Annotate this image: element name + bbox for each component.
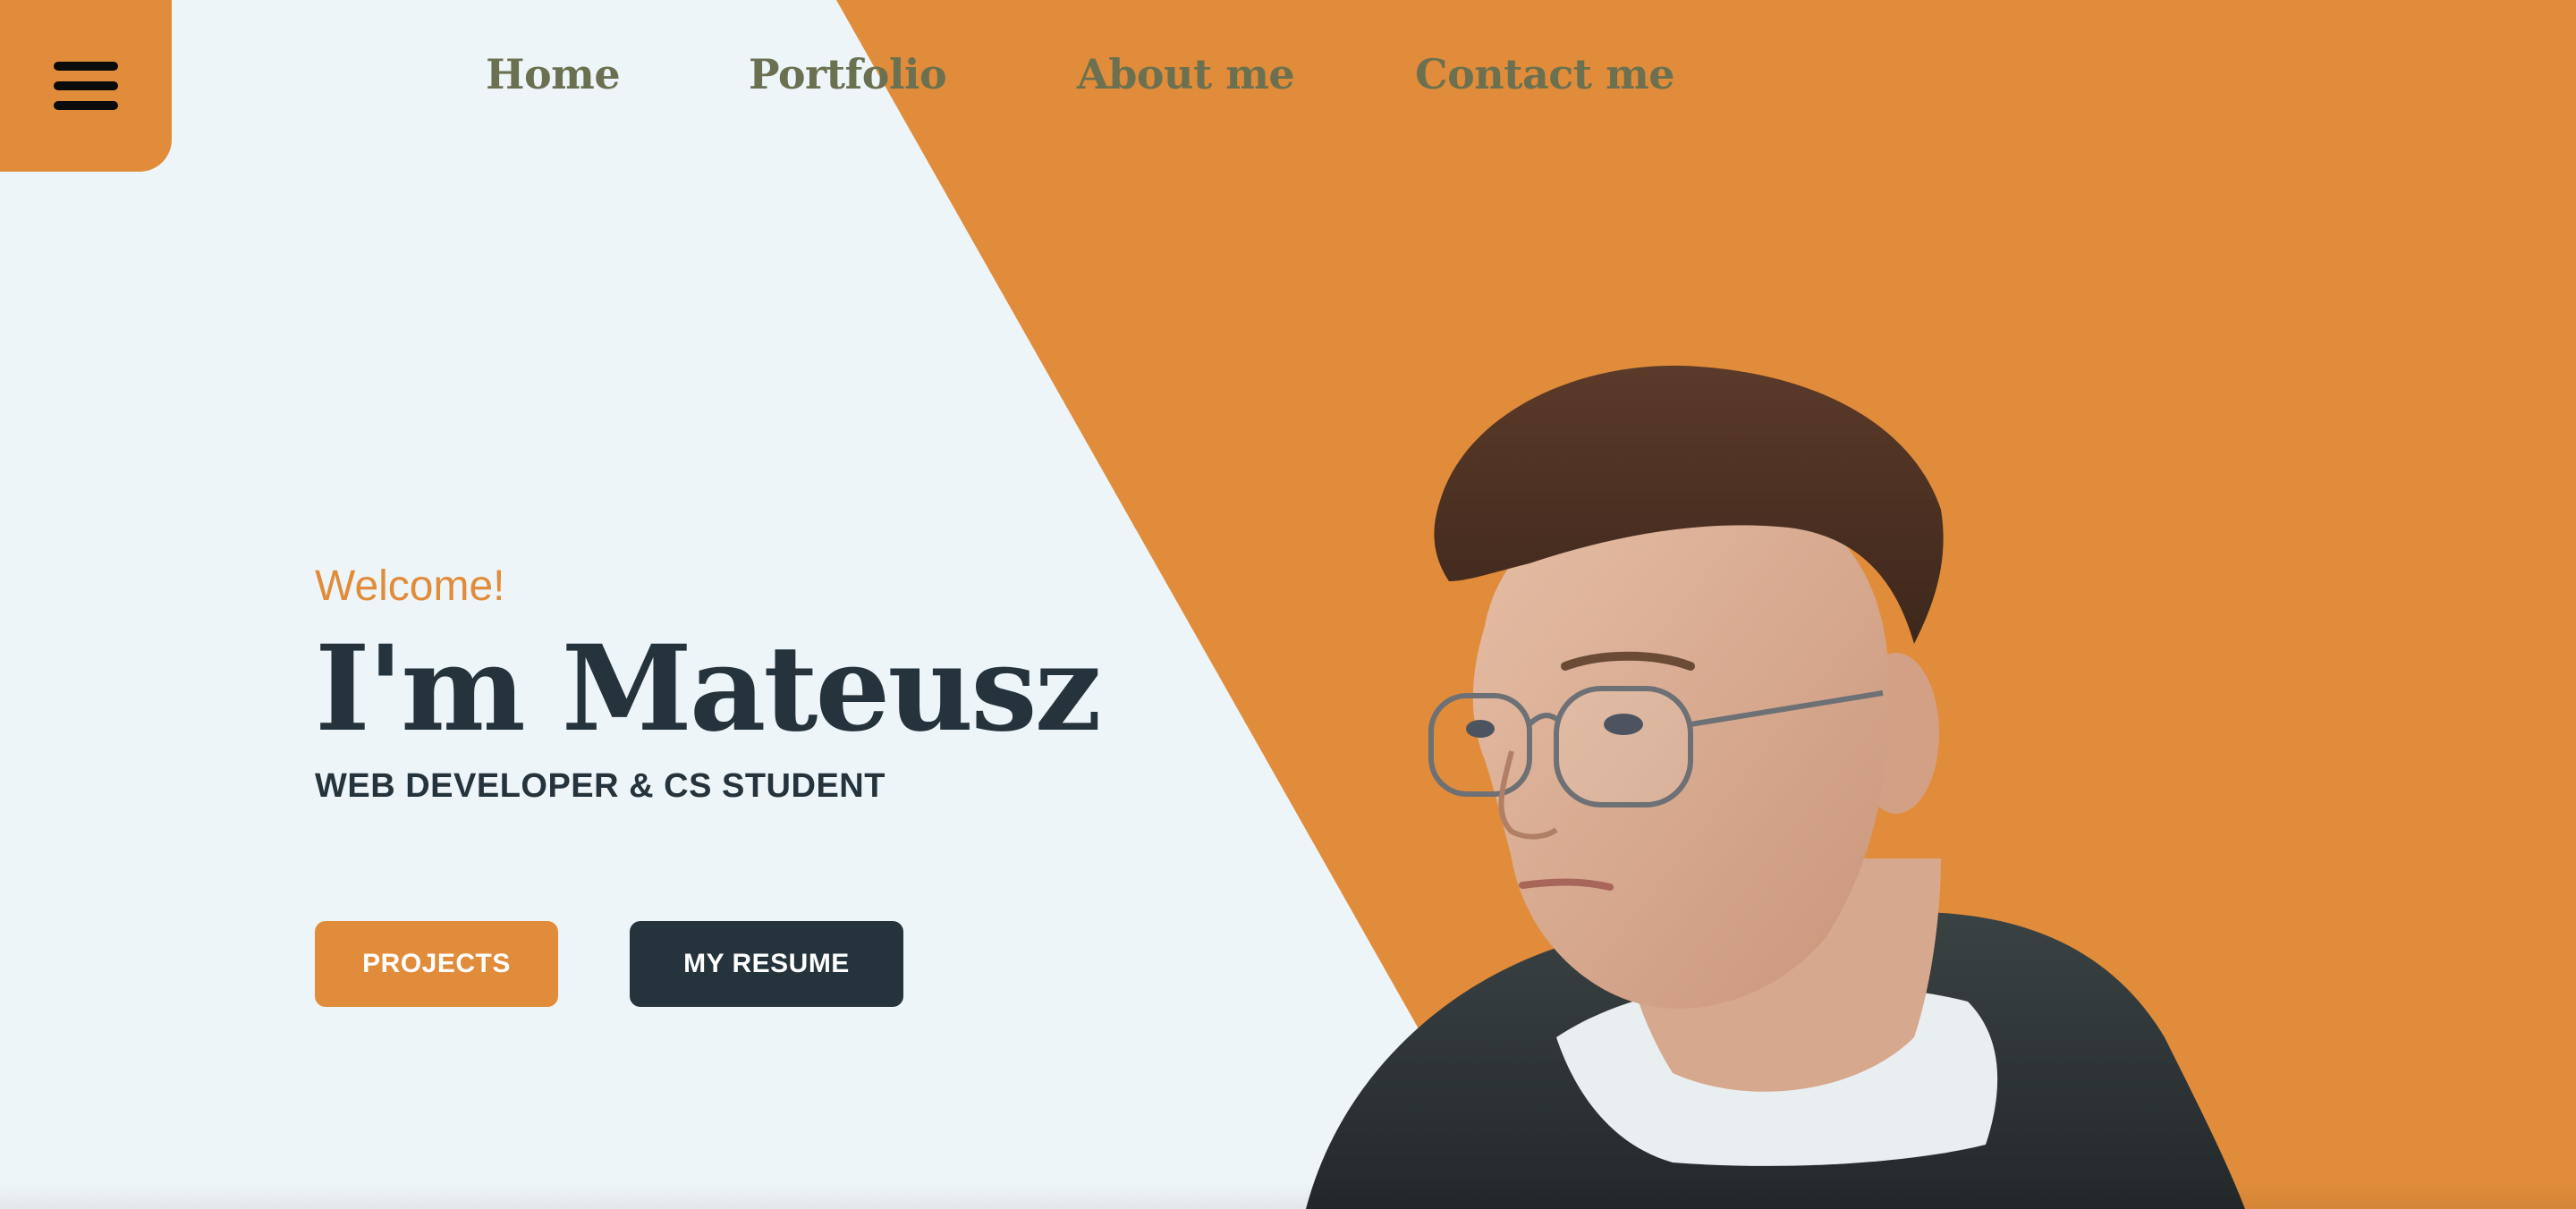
portrait-image bbox=[1288, 358, 2290, 1209]
nav-item-portfolio[interactable]: Portfolio bbox=[749, 50, 947, 98]
portrait-illustration bbox=[1306, 365, 2245, 1209]
nav-item-home[interactable]: Home bbox=[486, 50, 621, 98]
hero-subtitle: WEB DEVELOPER & CS STUDENT bbox=[315, 767, 886, 805]
hamburger-icon bbox=[54, 62, 118, 110]
nav-item-about-me[interactable]: About me bbox=[1077, 50, 1295, 98]
eye bbox=[1466, 720, 1495, 738]
hamburger-bar bbox=[54, 81, 118, 90]
nav-item-contact-me[interactable]: Contact me bbox=[1415, 50, 1675, 98]
menu-toggle-button[interactable] bbox=[0, 0, 172, 172]
hero-section: Welcome! I'm Mateusz WEB DEVELOPER & CS … bbox=[315, 554, 1102, 1007]
welcome-text: Welcome! bbox=[315, 562, 505, 610]
hero-title: I'm Mateusz bbox=[315, 620, 1102, 758]
projects-button[interactable]: PROJECTS bbox=[315, 921, 558, 1007]
resume-button[interactable]: MY RESUME bbox=[630, 921, 903, 1007]
hero-buttons: PROJECTS MY RESUME bbox=[315, 921, 903, 1007]
hamburger-bar bbox=[54, 62, 118, 71]
bottom-shadow bbox=[0, 1182, 2576, 1209]
eye bbox=[1604, 714, 1643, 735]
hamburger-bar bbox=[54, 101, 118, 110]
glasses-right-lens bbox=[1554, 686, 1693, 807]
